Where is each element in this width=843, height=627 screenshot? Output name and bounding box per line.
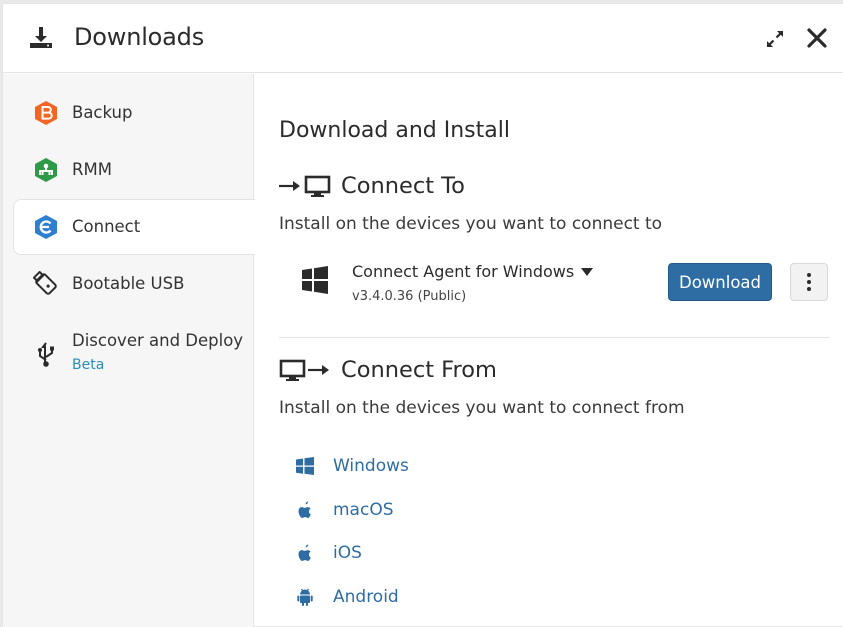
- connect-from-title: Connect From: [279, 357, 497, 383]
- agent-row: Connect Agent for Windows v3.4.0.36 (Pub…: [279, 254, 829, 314]
- download-icon: [30, 27, 52, 48]
- agent-version: v3.4.0.36 (Public): [352, 289, 467, 304]
- close-icon[interactable]: [805, 26, 829, 50]
- sidebar-item-backup[interactable]: Backup: [13, 85, 254, 141]
- connect-icon: [35, 215, 57, 239]
- sidebar-item-rmm[interactable]: RMM: [13, 142, 254, 198]
- arrow-to-monitor-icon: [279, 175, 331, 197]
- rmm-icon: [35, 158, 57, 182]
- section-title-text: Connect From: [341, 357, 497, 383]
- caret-down-icon[interactable]: [581, 267, 593, 277]
- sidebar-item-bootable-usb[interactable]: Bootable USB: [13, 256, 254, 312]
- windows-icon: [302, 266, 328, 294]
- more-options-button[interactable]: [790, 263, 828, 301]
- sidebar-item-label: Discover and Deploy: [72, 331, 244, 350]
- backup-icon: [35, 101, 57, 125]
- download-button[interactable]: Download: [668, 263, 772, 301]
- expand-icon[interactable]: [764, 28, 786, 50]
- apple-icon: [298, 501, 311, 518]
- platform-label: Android: [333, 587, 399, 607]
- sidebar-item-label: Bootable USB: [72, 274, 185, 293]
- connect-to-title: Connect To: [279, 173, 465, 199]
- sidebar-item-label: Backup: [72, 103, 133, 122]
- usb-trident-icon: [38, 342, 54, 367]
- usb-stick-icon: [33, 271, 57, 295]
- main-content: Download and Install Connect To Install …: [255, 74, 843, 627]
- agent-select[interactable]: Connect Agent for Windows: [352, 262, 574, 281]
- connect-from-description: Install on the devices you want to conne…: [279, 398, 685, 418]
- platform-label: iOS: [333, 543, 362, 563]
- sidebar-item-connect[interactable]: Connect: [13, 199, 255, 255]
- downloads-dialog: Downloads Backup RMM Connect Bootable US…: [2, 3, 843, 627]
- monitor-to-arrow-icon: [279, 359, 329, 381]
- sidebar-item-label: RMM: [72, 160, 112, 179]
- sidebar-item-label: Connect: [72, 217, 141, 236]
- kebab-menu-icon: [807, 273, 811, 291]
- platform-link-macos[interactable]: macOS: [295, 498, 394, 522]
- android-icon: [297, 588, 313, 606]
- section-divider: [279, 337, 829, 338]
- platform-link-windows[interactable]: Windows: [295, 454, 409, 478]
- apple-icon: [298, 544, 311, 561]
- section-title-text: Connect To: [341, 173, 465, 199]
- sidebar: Backup RMM Connect Bootable USB Discover…: [3, 74, 255, 627]
- platform-link-android[interactable]: Android: [295, 585, 399, 609]
- connect-to-description: Install on the devices you want to conne…: [279, 214, 663, 234]
- page-title: Download and Install: [279, 118, 510, 143]
- sidebar-item-discover-and-deploy[interactable]: Discover and Deploy Beta: [13, 313, 254, 387]
- windows-icon: [296, 457, 314, 475]
- dialog-title: Downloads: [74, 23, 205, 51]
- platform-label: macOS: [333, 500, 394, 520]
- platform-link-ios[interactable]: iOS: [295, 541, 362, 565]
- dialog-header: Downloads: [3, 4, 843, 73]
- beta-badge: Beta: [72, 357, 105, 373]
- platform-label: Windows: [333, 456, 409, 476]
